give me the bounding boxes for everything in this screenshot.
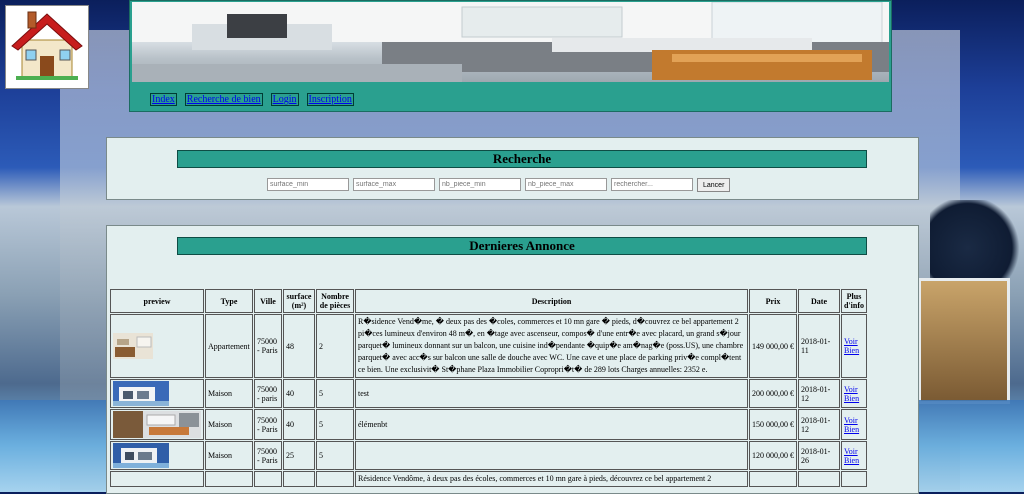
plus-cell — [841, 471, 867, 487]
description-cell: élémenbt — [355, 409, 748, 440]
main-nav: Index Recherche de bien Login Inscriptio… — [150, 93, 354, 106]
date-cell — [798, 471, 840, 487]
col-header-description: Description — [355, 289, 748, 313]
nav-link-recherche[interactable]: Recherche de bien — [184, 93, 263, 106]
plus-cell: Voir Bien — [841, 379, 867, 408]
house-logo[interactable] — [5, 5, 89, 89]
surface-cell: 25 — [283, 441, 315, 470]
preview-image[interactable] — [113, 381, 169, 406]
prix-cell: 120 000,00 € — [749, 441, 797, 470]
col-header-type: Type — [205, 289, 253, 313]
header-banner-image — [132, 2, 889, 82]
date-cell: 2018-01-12 — [798, 409, 840, 440]
surface-cell: 40 — [283, 409, 315, 440]
search-panel: Recherche Lancer — [106, 137, 919, 200]
voir-bien-link[interactable]: Voir Bien — [844, 416, 859, 434]
surface-min-input[interactable] — [267, 178, 349, 191]
col-header-pieces: Nombre de pièces — [316, 289, 354, 313]
type-cell: Maison — [205, 441, 253, 470]
surface-cell: 40 — [283, 379, 315, 408]
preview-cell — [110, 471, 204, 487]
annonces-table: preview Type Ville surface (m²) Nombre d… — [109, 288, 868, 488]
surface-cell: 48 — [283, 314, 315, 378]
preview-cell — [110, 409, 204, 440]
preview-cell — [110, 379, 204, 408]
description-cell — [355, 441, 748, 470]
pieces-cell: 5 — [316, 409, 354, 440]
prix-cell: 149 000,00 € — [749, 314, 797, 378]
type-cell: Maison — [205, 379, 253, 408]
nav-link-index[interactable]: Index — [150, 93, 177, 106]
pieces-cell: 5 — [316, 441, 354, 470]
surface-max-input[interactable] — [353, 178, 435, 191]
ville-cell: 75000 - paris — [254, 379, 282, 408]
preview-image[interactable] — [113, 333, 153, 359]
search-submit-button[interactable]: Lancer — [697, 178, 731, 192]
search-title: Recherche — [177, 150, 867, 168]
surface-cell — [283, 471, 315, 487]
background-tree — [930, 200, 1024, 280]
preview-image[interactable] — [113, 411, 201, 438]
annonces-title: Dernieres Annonce — [177, 237, 867, 255]
table-row: Appartement 75000 - Paris 48 2 R�sidence… — [110, 314, 867, 378]
pieces-cell — [316, 471, 354, 487]
col-header-prix: Prix — [749, 289, 797, 313]
voir-bien-link[interactable]: Voir Bien — [844, 337, 859, 355]
prix-cell: 200 000,00 € — [749, 379, 797, 408]
col-header-preview: preview — [110, 289, 204, 313]
table-row: Maison 75000 - paris 40 5 test 200 000,0… — [110, 379, 867, 408]
date-cell: 2018-01-11 — [798, 314, 840, 378]
pieces-cell: 5 — [316, 379, 354, 408]
prix-cell: 150 000,00 € — [749, 409, 797, 440]
ville-cell: 75000 - Paris — [254, 314, 282, 378]
ville-cell — [254, 471, 282, 487]
type-cell — [205, 471, 253, 487]
table-row: Maison 75000 - Paris 40 5 élémenbt 150 0… — [110, 409, 867, 440]
date-cell: 2018-01-12 — [798, 379, 840, 408]
annonces-panel: Dernieres Annonce preview Type Ville sur… — [106, 225, 919, 494]
col-header-plus: Plus d'info — [841, 289, 867, 313]
preview-image[interactable] — [113, 443, 169, 468]
description-cell: R�sidence Vend�me, � deux pas des �coles… — [355, 314, 748, 378]
preview-cell — [110, 314, 204, 378]
col-header-date: Date — [798, 289, 840, 313]
ville-cell: 75000 - Paris — [254, 409, 282, 440]
plus-cell: Voir Bien — [841, 441, 867, 470]
search-input[interactable] — [611, 178, 693, 191]
date-cell: 2018-01-26 — [798, 441, 840, 470]
plus-cell: Voir Bien — [841, 409, 867, 440]
nav-link-inscription[interactable]: Inscription — [306, 93, 354, 106]
nav-link-login[interactable]: Login — [270, 93, 299, 106]
table-row: Résidence Vendôme, à deux pas des écoles… — [110, 471, 867, 487]
voir-bien-link[interactable]: Voir Bien — [844, 385, 859, 403]
table-header-row: preview Type Ville surface (m²) Nombre d… — [110, 289, 867, 313]
voir-bien-link[interactable]: Voir Bien — [844, 447, 859, 465]
type-cell: Maison — [205, 409, 253, 440]
description-cell: Résidence Vendôme, à deux pas des écoles… — [355, 471, 748, 487]
ville-cell: 75000 - Paris — [254, 441, 282, 470]
nb-piece-min-input[interactable] — [439, 178, 521, 191]
type-cell: Appartement — [205, 314, 253, 378]
nb-piece-max-input[interactable] — [525, 178, 607, 191]
background-window — [918, 278, 1010, 404]
plus-cell: Voir Bien — [841, 314, 867, 378]
search-form: Lancer — [267, 178, 731, 192]
preview-cell — [110, 441, 204, 470]
description-cell: test — [355, 379, 748, 408]
col-header-ville: Ville — [254, 289, 282, 313]
table-row: Maison 75000 - Paris 25 5 120 000,00 € 2… — [110, 441, 867, 470]
prix-cell — [749, 471, 797, 487]
col-header-surface: surface (m²) — [283, 289, 315, 313]
pieces-cell: 2 — [316, 314, 354, 378]
house-logo-icon — [11, 11, 83, 80]
site-header: Index Recherche de bien Login Inscriptio… — [129, 0, 892, 112]
